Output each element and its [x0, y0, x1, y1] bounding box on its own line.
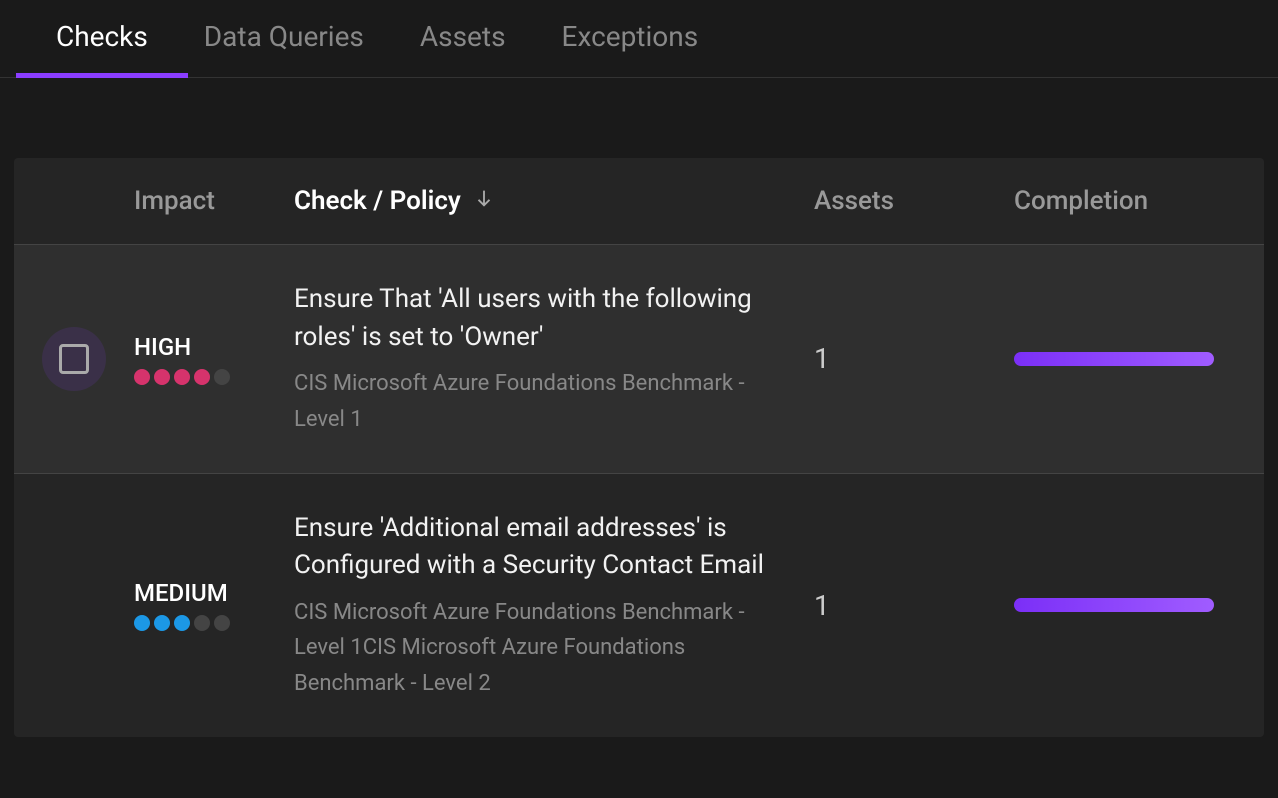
impact-label: HIGH — [134, 333, 294, 361]
checks-table: Impact Check / Policy Assets Completion … — [14, 158, 1264, 737]
assets-value: 1 — [814, 589, 1014, 622]
col-check-label: Check / Policy — [294, 186, 461, 216]
col-completion[interactable]: Completion — [1014, 186, 1244, 216]
impact-cell: MEDIUM — [134, 579, 294, 631]
assets-value: 1 — [814, 342, 1014, 375]
tab-bar: Checks Data Queries Assets Exceptions — [0, 0, 1278, 78]
table-row[interactable]: HIGHEnsure That 'All users with the foll… — [14, 244, 1264, 473]
check-title: Ensure That 'All users with the followin… — [294, 281, 814, 356]
tab-data-queries[interactable]: Data Queries — [204, 20, 364, 77]
col-assets[interactable]: Assets — [814, 186, 1014, 216]
progress-bar — [1014, 598, 1214, 612]
impact-label: MEDIUM — [134, 579, 294, 607]
table-header: Impact Check / Policy Assets Completion — [14, 158, 1264, 244]
impact-cell: HIGH — [134, 333, 294, 385]
check-cell: Ensure 'Additional email addresses' is C… — [294, 510, 814, 701]
arrow-down-icon — [473, 186, 495, 216]
tab-exceptions[interactable]: Exceptions — [562, 20, 699, 77]
col-check[interactable]: Check / Policy — [294, 186, 814, 216]
col-impact[interactable]: Impact — [134, 186, 294, 216]
tab-checks[interactable]: Checks — [56, 20, 148, 77]
row-checkbox[interactable] — [42, 327, 106, 391]
progress-bar — [1014, 352, 1214, 366]
completion-cell — [1014, 598, 1244, 612]
table-row[interactable]: MEDIUMEnsure 'Additional email addresses… — [14, 473, 1264, 737]
impact-dots — [134, 369, 294, 385]
check-title: Ensure 'Additional email addresses' is C… — [294, 510, 814, 585]
check-subtitle: CIS Microsoft Azure Foundations Benchmar… — [294, 366, 814, 436]
checkbox-icon — [59, 344, 89, 374]
impact-dots — [134, 615, 294, 631]
check-subtitle: CIS Microsoft Azure Foundations Benchmar… — [294, 595, 814, 701]
completion-cell — [1014, 352, 1244, 366]
tab-assets[interactable]: Assets — [420, 20, 506, 77]
check-cell: Ensure That 'All users with the followin… — [294, 281, 814, 437]
